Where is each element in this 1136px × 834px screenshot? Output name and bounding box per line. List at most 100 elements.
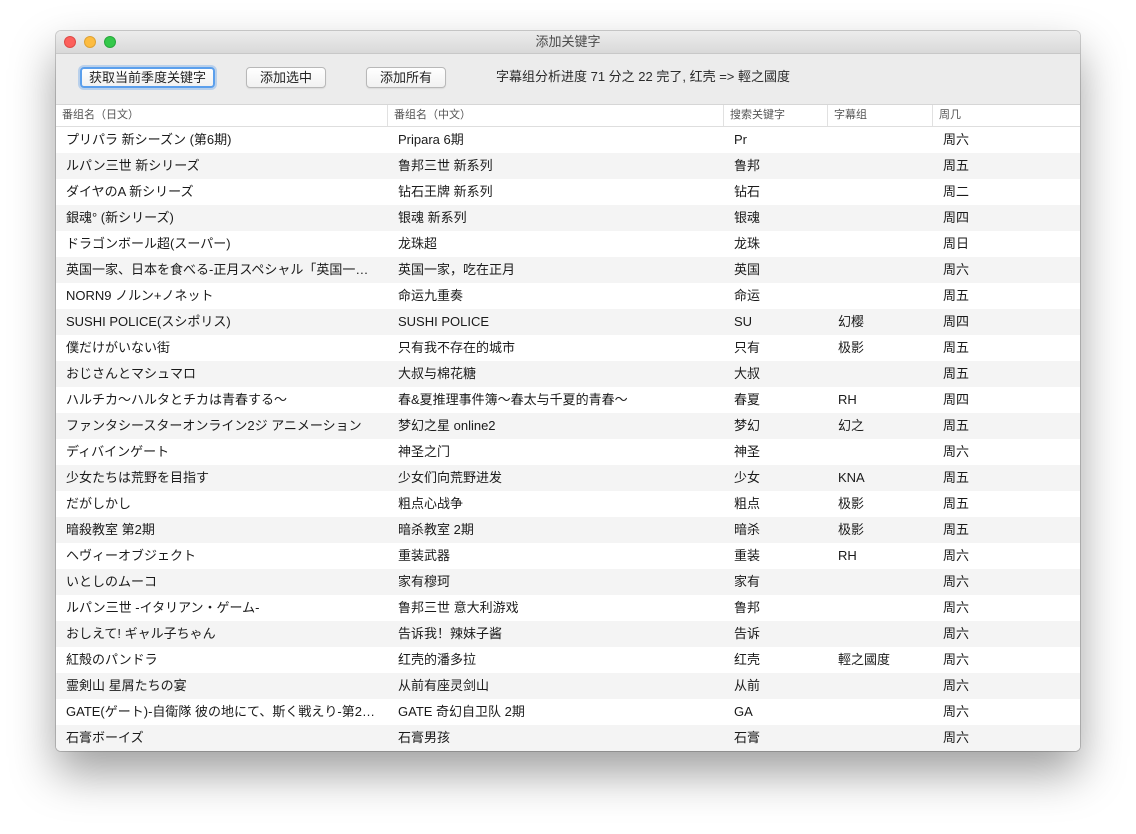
cell-subtitle-group: 輕之國度 bbox=[838, 652, 891, 667]
column-header-search-keyword[interactable]: 搜索关键字 bbox=[724, 105, 828, 126]
column-header-subtitle-group[interactable]: 字幕组 bbox=[828, 105, 933, 126]
table-row[interactable]: 僕だけがいない街 只有我不存在的城市 只有 极影 周五 bbox=[56, 335, 1080, 361]
table-row[interactable]: GATE(ゲート)-自衛隊 彼の地にて、斯く戦えり-第2… GATE 奇幻自卫队 … bbox=[56, 699, 1080, 725]
table-row[interactable]: おじさんとマシュマロ 大叔与棉花糖 大叔 周五 bbox=[56, 361, 1080, 387]
cell-chinese-title: 家有穆珂 bbox=[398, 574, 451, 589]
cell-japanese-title: 紅殻のパンドラ bbox=[66, 652, 158, 667]
table-row[interactable]: ファンタシースターオンライン2ジ アニメーション 梦幻之星 online2 梦幻 幻之… bbox=[56, 413, 1080, 439]
table-row[interactable]: NORN9 ノルン+ノネット 命运九重奏 命运 周五 bbox=[56, 283, 1080, 309]
cell-subtitle-group bbox=[828, 673, 933, 699]
cell-search-keyword: 粗点 bbox=[734, 496, 761, 511]
table-row[interactable]: ダイヤのA 新シリーズ 钻石王牌 新系列 钻石 周二 bbox=[56, 179, 1080, 205]
column-header-chinese-title[interactable]: 番组名（中文） bbox=[388, 105, 724, 126]
cell-search-keyword: 告诉 bbox=[734, 626, 761, 641]
cell-subtitle-group bbox=[828, 257, 933, 283]
table-row[interactable]: ディバインゲート 神圣之门 神圣 周六 bbox=[56, 439, 1080, 465]
table-row[interactable]: ハルチカ～ハルタとチカは青春する～ 春&夏推理事件簿～春太与千夏的青春～ 春夏 RH 周… bbox=[56, 387, 1080, 413]
table-row[interactable]: ドラゴンボール超(スーパー) 龙珠超 龙珠 周日 bbox=[56, 231, 1080, 257]
cell-search-keyword: 钻石 bbox=[734, 184, 761, 199]
cell-chinese-title: 命运九重奏 bbox=[398, 288, 464, 303]
cell-subtitle-group: RH bbox=[838, 548, 857, 563]
cell-subtitle-group: 幻樱 bbox=[838, 314, 865, 329]
cell-chinese-title: Pripara 6期 bbox=[398, 132, 464, 147]
table-row[interactable]: 少女たちは荒野を目指す 少女们向荒野进发 少女 KNA 周五 bbox=[56, 465, 1080, 491]
cell-japanese-title: おしえて! ギャル子ちゃん bbox=[66, 626, 216, 641]
table-row[interactable]: 銀魂° (新シリーズ) 银魂 新系列 银魂 周四 bbox=[56, 205, 1080, 231]
cell-japanese-title: ハルチカ～ハルタとチカは青春する～ bbox=[66, 392, 288, 407]
cell-chinese-title: 英国一家，吃在正月 bbox=[398, 262, 516, 277]
table-row[interactable]: だがしかし 粗点心战争 粗点 极影 周五 bbox=[56, 491, 1080, 517]
cell-chinese-title: 钻石王牌 新系列 bbox=[398, 184, 493, 199]
cell-subtitle-group bbox=[828, 569, 933, 595]
table-row[interactable]: SUSHI POLICE(スシポリス) SUSHI POLICE SU 幻樱 周四 bbox=[56, 309, 1080, 335]
table-row[interactable]: ルパン三世 新シリーズ 鲁邦三世 新系列 鲁邦 周五 bbox=[56, 153, 1080, 179]
cell-japanese-title: だがしかし bbox=[66, 496, 132, 511]
cell-subtitle-group bbox=[828, 205, 933, 231]
cell-weekday: 周六 bbox=[943, 678, 970, 693]
cell-weekday: 周五 bbox=[943, 470, 970, 485]
add-keyword-window: 添加关键字 获取当前季度关键字 添加选中 添加所有 字幕组分析进度 71 分之 … bbox=[56, 31, 1080, 751]
cell-search-keyword: 银魂 bbox=[734, 210, 761, 225]
cell-weekday: 周六 bbox=[943, 626, 970, 641]
title-bar[interactable]: 添加关键字 bbox=[56, 31, 1080, 54]
table-row[interactable]: プリパラ 新シーズン (第6期) Pripara 6期 Pr 周六 bbox=[56, 127, 1080, 153]
column-header-japanese-title[interactable]: 番组名（日文） bbox=[56, 105, 388, 126]
cell-weekday: 周五 bbox=[943, 522, 970, 537]
cell-japanese-title: SUSHI POLICE(スシポリス) bbox=[66, 314, 231, 329]
cell-search-keyword: GA bbox=[734, 704, 753, 719]
cell-japanese-title: おじさんとマシュマロ bbox=[66, 366, 197, 381]
cell-chinese-title: 少女们向荒野进发 bbox=[398, 470, 503, 485]
table-row[interactable]: おしえて! ギャル子ちゃん 告诉我！辣妹子酱 告诉 周六 bbox=[56, 621, 1080, 647]
cell-chinese-title: SUSHI POLICE bbox=[398, 314, 490, 329]
table-row[interactable]: 霊剣山 星屑たちの宴 从前有座灵剑山 从前 周六 bbox=[56, 673, 1080, 699]
table-row[interactable]: 石膏ボーイズ 石膏男孩 石膏 周六 bbox=[56, 725, 1080, 751]
cell-subtitle-group bbox=[828, 179, 933, 205]
window-title: 添加关键字 bbox=[535, 34, 601, 49]
cell-chinese-title: 神圣之门 bbox=[398, 444, 451, 459]
cell-search-keyword: 龙珠 bbox=[734, 236, 761, 251]
table-row[interactable]: 英国一家、日本を食べる-正月スペシャル「英国一… 英国一家，吃在正月 英国 周六 bbox=[56, 257, 1080, 283]
cell-japanese-title: 僕だけがいない街 bbox=[66, 340, 171, 355]
table-row[interactable]: 暗殺教室 第2期 暗杀教室 2期 暗杀 极影 周五 bbox=[56, 517, 1080, 543]
cell-subtitle-group bbox=[828, 595, 933, 621]
cell-weekday: 周五 bbox=[943, 496, 970, 511]
cell-weekday: 周五 bbox=[943, 340, 970, 355]
cell-subtitle-group: RH bbox=[838, 392, 857, 407]
cell-japanese-title: 石膏ボーイズ bbox=[66, 730, 144, 745]
cell-weekday: 周六 bbox=[943, 652, 970, 667]
cell-search-keyword: Pr bbox=[734, 132, 747, 147]
cell-subtitle-group bbox=[828, 283, 933, 309]
cell-weekday: 周四 bbox=[943, 392, 970, 407]
table-row[interactable]: ヘヴィーオブジェクト 重装武器 重装 RH 周六 bbox=[56, 543, 1080, 569]
add-all-button[interactable]: 添加所有 bbox=[366, 67, 446, 88]
cell-chinese-title: 龙珠超 bbox=[398, 236, 438, 251]
keyword-table: 番组名（日文） 番组名（中文） 搜索关键字 字幕组 周几 プリパラ 新シーズン … bbox=[56, 105, 1080, 751]
cell-japanese-title: GATE(ゲート)-自衛隊 彼の地にて、斯く戦えり-第2… bbox=[66, 704, 375, 719]
cell-chinese-title: GATE 奇幻自卫队 2期 bbox=[398, 704, 525, 719]
table-row[interactable]: 紅殻のパンドラ 红壳的潘多拉 红壳 輕之國度 周六 bbox=[56, 647, 1080, 673]
cell-search-keyword: 从前 bbox=[734, 678, 761, 693]
cell-subtitle-group: 极影 bbox=[838, 522, 865, 537]
cell-subtitle-group bbox=[828, 231, 933, 257]
cell-chinese-title: 鲁邦三世 意大利游戏 bbox=[398, 600, 519, 615]
cell-weekday: 周五 bbox=[943, 288, 970, 303]
cell-search-keyword: 只有 bbox=[734, 340, 761, 355]
cell-japanese-title: ヘヴィーオブジェクト bbox=[66, 548, 197, 563]
cell-weekday: 周六 bbox=[943, 730, 970, 745]
cell-subtitle-group bbox=[828, 127, 933, 153]
cell-search-keyword: 重装 bbox=[734, 548, 761, 563]
cell-chinese-title: 重装武器 bbox=[398, 548, 451, 563]
table-row[interactable]: ルパン三世 -イタリアン・ゲーム- 鲁邦三世 意大利游戏 鲁邦 周六 bbox=[56, 595, 1080, 621]
cell-japanese-title: ドラゴンボール超(スーパー) bbox=[66, 236, 231, 251]
cell-search-keyword: 暗杀 bbox=[734, 522, 761, 537]
table-row[interactable]: いとしのムーコ 家有穆珂 家有 周六 bbox=[56, 569, 1080, 595]
cell-search-keyword: 石膏 bbox=[734, 730, 761, 745]
cell-search-keyword: 英国 bbox=[734, 262, 761, 277]
cell-search-keyword: 鲁邦 bbox=[734, 600, 761, 615]
fetch-current-season-keywords-button[interactable]: 获取当前季度关键字 bbox=[80, 67, 215, 88]
cell-weekday: 周六 bbox=[943, 444, 970, 459]
add-selected-button[interactable]: 添加选中 bbox=[246, 67, 326, 88]
cell-subtitle-group: KNA bbox=[838, 470, 865, 485]
column-header-weekday[interactable]: 周几 bbox=[933, 105, 1080, 126]
cell-search-keyword: 鲁邦 bbox=[734, 158, 761, 173]
